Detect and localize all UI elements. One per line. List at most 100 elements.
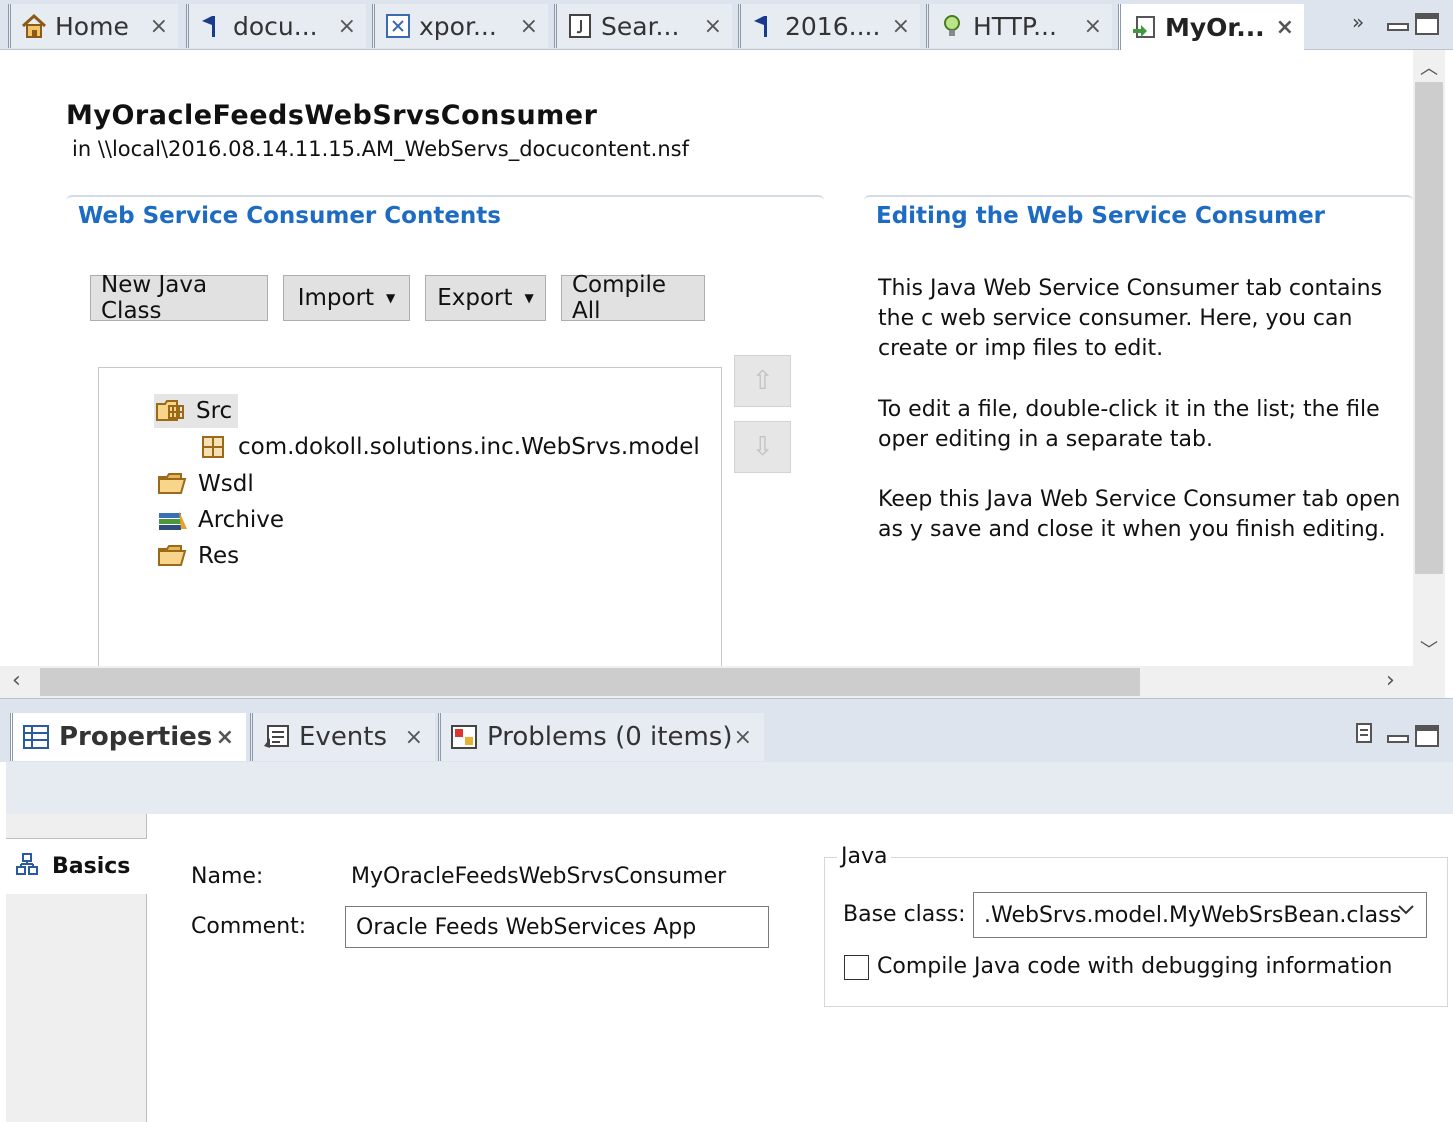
tree-item-res[interactable]: Res <box>156 539 239 573</box>
base-class-select[interactable]: .WebSrvs.model.MyWebSrsBean.class <box>973 892 1427 938</box>
export-button[interactable]: Export ▼ <box>425 275 546 321</box>
tree-item-src[interactable]: Src <box>154 394 239 428</box>
web-service-icon <box>1129 12 1159 42</box>
name-value: MyOracleFeedsWebSrvsConsumer <box>351 864 727 889</box>
minimize-icon[interactable] <box>1386 14 1410 39</box>
scroll-thumb[interactable] <box>1415 82 1443 574</box>
maximize-icon[interactable] <box>1414 724 1440 753</box>
tab-list-chevron-icon[interactable]: » <box>1352 10 1364 34</box>
editor-tab-xpor[interactable]: xpor... × <box>372 4 548 48</box>
page-title: MyOracleFeedsWebSrvsConsumer <box>66 100 598 131</box>
close-icon[interactable]: × <box>734 725 752 750</box>
folder-icon <box>156 541 190 571</box>
editor-tab-search[interactable]: Sear... × <box>554 4 732 48</box>
close-icon[interactable]: × <box>520 14 538 39</box>
help-paragraph-1: This Java Web Service Consumer tab conta… <box>878 276 1383 361</box>
scroll-left-arrow-icon[interactable]: ‹ <box>12 668 21 693</box>
flag-icon <box>197 11 227 41</box>
flag-icon <box>749 11 779 41</box>
source-folder-icon <box>154 396 188 426</box>
views-toolbar-strip <box>6 762 1453 814</box>
editor-tab-http[interactable]: HTTP... × <box>926 4 1112 48</box>
editor-tab-home[interactable]: Home × <box>8 4 178 48</box>
folder-icon <box>156 469 190 499</box>
xpages-icon <box>383 11 413 41</box>
dropdown-caret-icon: ▼ <box>386 291 396 305</box>
tree-item-label: Wsdl <box>198 471 254 497</box>
view-tab-events[interactable]: Events × <box>250 713 435 761</box>
move-down-button[interactable]: ⇩ <box>734 421 791 473</box>
comment-input[interactable]: Oracle Feeds WebServices App <box>345 906 769 948</box>
view-tab-problems[interactable]: Problems (0 items) × <box>438 713 764 761</box>
tree-item-archive[interactable]: Archive <box>156 503 284 537</box>
section-contents: Web Service Consumer Contents <box>66 195 824 239</box>
problems-icon <box>449 722 479 752</box>
close-icon[interactable]: × <box>1084 14 1102 39</box>
view-tab-properties[interactable]: Properties × <box>10 713 246 761</box>
debug-info-checkbox[interactable] <box>844 955 869 980</box>
java-group-title: Java <box>837 844 892 869</box>
export-button-label: Export <box>437 285 513 311</box>
editor-horizontal-scrollbar[interactable]: ‹ › <box>0 666 1413 698</box>
contents-tree[interactable]: Src com.dokoll.solutions.inc.WebSrvs.mod… <box>98 367 722 677</box>
arrow-up-icon: ⇧ <box>751 366 774 396</box>
minimize-icon[interactable] <box>1386 726 1410 751</box>
archive-icon <box>156 505 190 535</box>
section-editing-title: Editing the Web Service Consumer <box>876 203 1326 229</box>
help-paragraph-2: To edit a file, double-click it in the l… <box>878 397 1380 452</box>
page-location: in \\local\2016.08.14.11.15.AM_WebServs_… <box>72 137 689 161</box>
properties-icon <box>21 722 51 752</box>
editor-vertical-scrollbar[interactable]: ︿ ﹀ <box>1413 50 1445 666</box>
comment-label: Comment: <box>191 914 307 939</box>
nav-item-basics[interactable]: Basics <box>6 838 147 894</box>
editor-tab-myoracle[interactable]: MyOr... × <box>1118 4 1304 50</box>
move-up-button[interactable]: ⇧ <box>734 355 791 407</box>
compile-all-button[interactable]: Compile All <box>561 272 705 324</box>
close-icon[interactable]: × <box>704 14 722 39</box>
close-icon[interactable]: × <box>1276 15 1294 40</box>
dropdown-caret-icon: ▼ <box>524 291 534 305</box>
editor-tab-docu[interactable]: docu... × <box>186 4 366 48</box>
maximize-icon[interactable] <box>1414 12 1440 41</box>
view-menu-icon[interactable] <box>1354 722 1376 751</box>
close-icon[interactable]: × <box>216 725 234 750</box>
base-class-value: .WebSrvs.model.MyWebSrsBean.class <box>984 902 1402 928</box>
tree-item-package[interactable]: com.dokoll.solutions.inc.WebSrvs.model <box>196 430 700 464</box>
base-class-label: Base class: <box>843 902 966 927</box>
import-button[interactable]: Import ▼ <box>283 275 410 321</box>
arrow-down-icon: ⇩ <box>751 432 774 462</box>
scroll-right-arrow-icon[interactable]: › <box>1386 668 1395 693</box>
close-icon[interactable]: × <box>338 14 356 39</box>
java-file-icon <box>565 11 595 41</box>
chevron-down-icon <box>1396 901 1416 922</box>
close-icon[interactable]: × <box>892 14 910 39</box>
new-java-class-button[interactable]: New Java Class <box>90 272 268 324</box>
close-icon[interactable]: × <box>150 14 168 39</box>
section-editing: Editing the Web Service Consumer <box>864 195 1413 239</box>
import-button-label: Import <box>297 285 375 311</box>
section-contents-title: Web Service Consumer Contents <box>78 203 501 229</box>
editor-tab-2016[interactable]: 2016.... × <box>738 4 920 48</box>
nav-divider <box>146 814 147 838</box>
close-icon[interactable]: × <box>405 725 423 750</box>
tree-item-label: Src <box>196 398 233 424</box>
events-icon <box>261 722 291 752</box>
debug-info-label: Compile Java code with debugging informa… <box>877 954 1393 979</box>
home-icon <box>19 11 49 41</box>
tree-item-label: com.dokoll.solutions.inc.WebSrvs.model <box>238 434 700 460</box>
view-tab-label: Problems (0 items) <box>487 722 733 752</box>
view-tab-label: Properties <box>59 722 213 752</box>
views-tab-bar: Properties × Events × Problems (0 items)… <box>0 698 1453 762</box>
tree-item-label: Res <box>198 543 240 569</box>
help-paragraph-3: Keep this Java Web Service Consumer tab … <box>878 487 1401 542</box>
editor-tab-bar: Home × docu... × xpor... × Sear... × 201… <box>0 0 1453 50</box>
scrollbar-corner <box>1413 666 1445 698</box>
tree-item-wsdl[interactable]: Wsdl <box>156 467 254 501</box>
scroll-down-arrow-icon[interactable]: ﹀ <box>1413 636 1445 662</box>
scroll-up-arrow-icon[interactable]: ︿ <box>1413 54 1445 80</box>
view-tab-label: Events <box>299 722 388 752</box>
tree-item-label: Archive <box>198 507 285 533</box>
scroll-thumb[interactable] <box>40 668 1140 696</box>
properties-nav: Basics <box>6 814 147 1122</box>
nav-item-label: Basics <box>52 854 131 879</box>
